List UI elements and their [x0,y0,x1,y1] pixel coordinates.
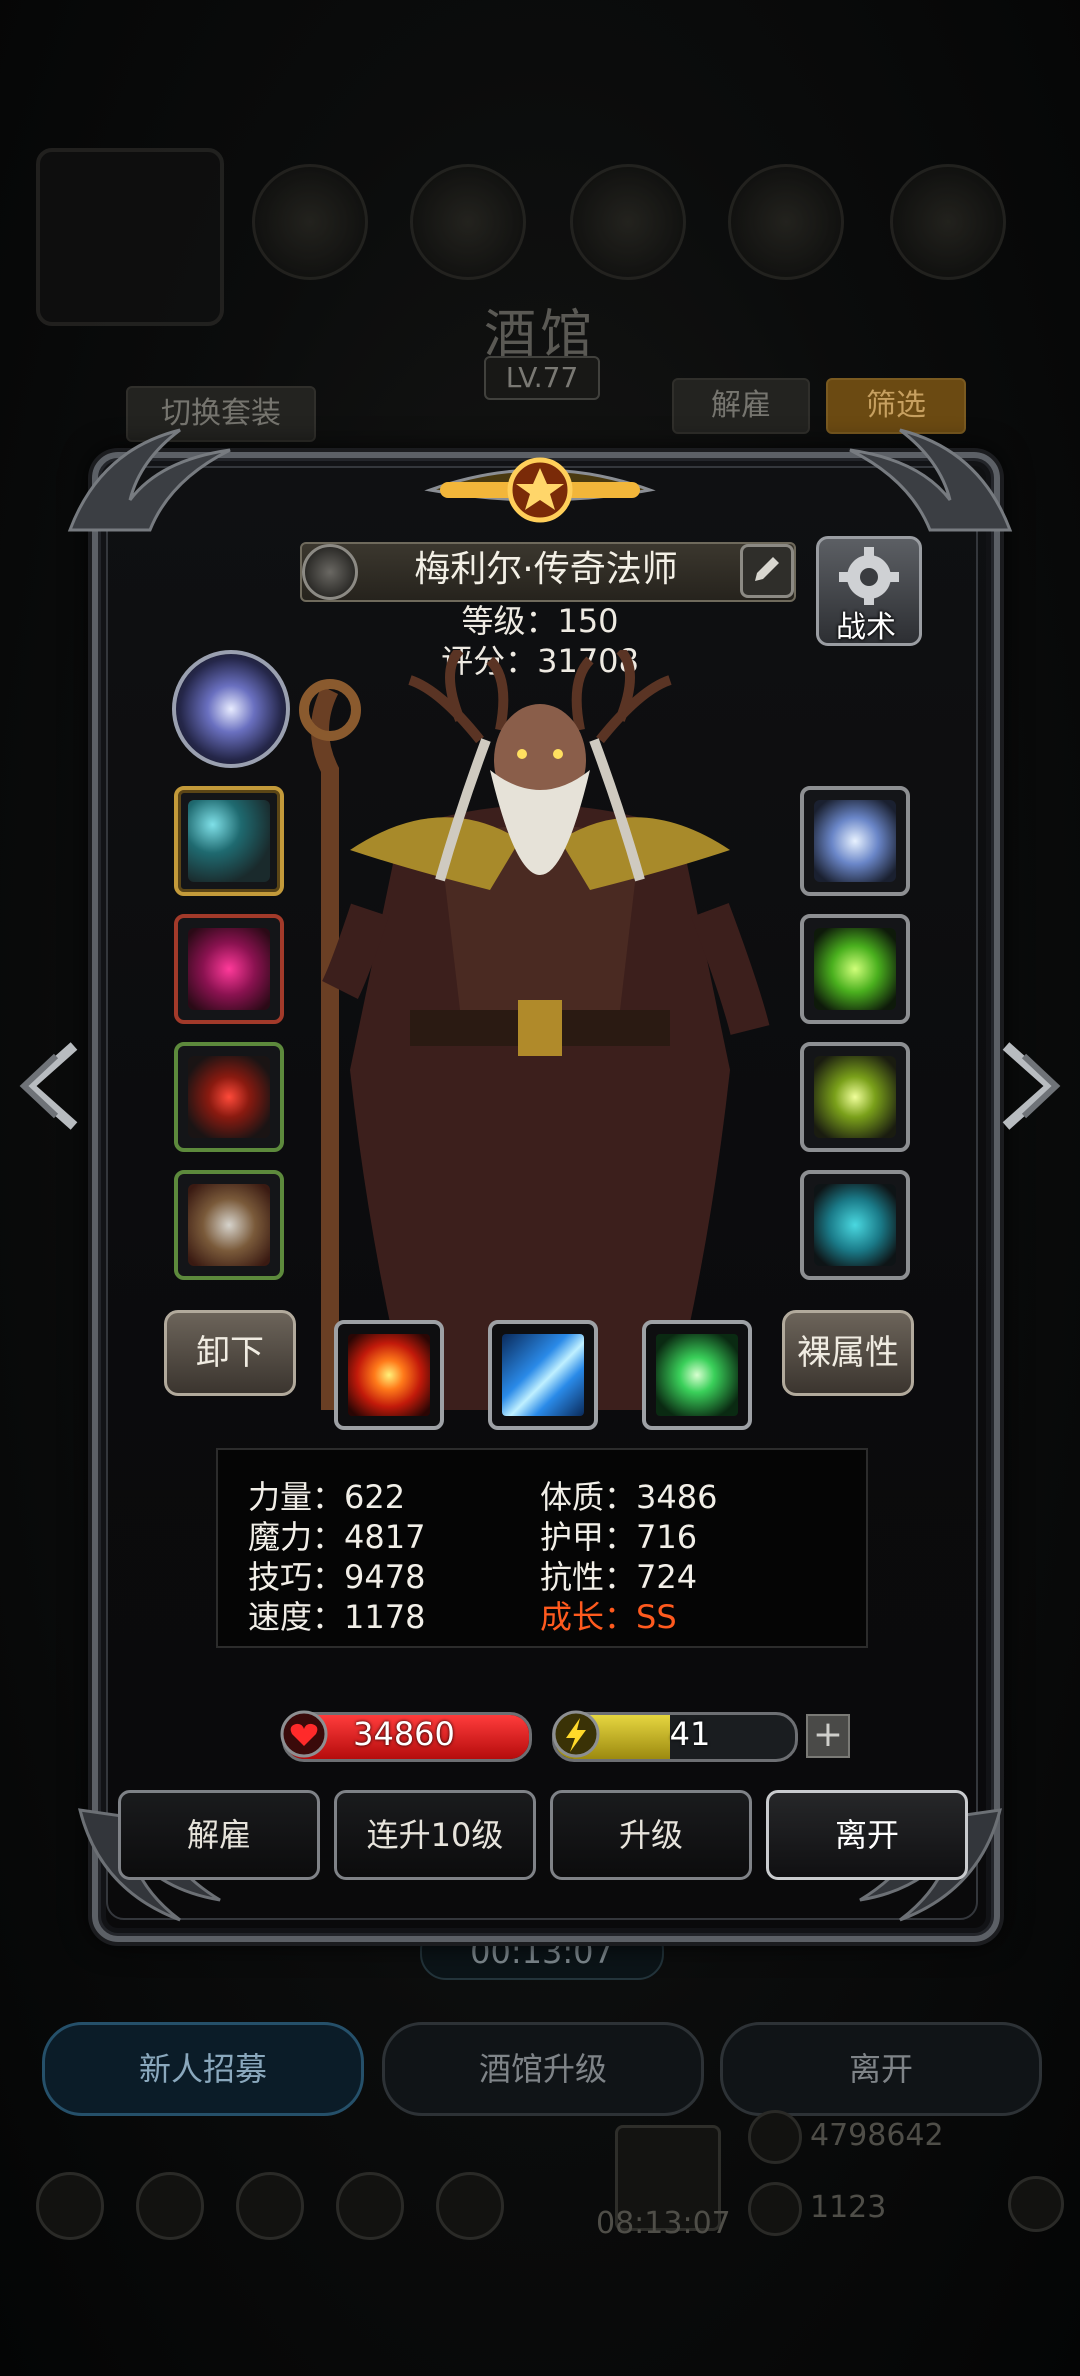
tavern-leave-button: 离开 [720,2022,1042,2116]
equip-slot-head[interactable] [800,786,910,896]
naked-attributes-button[interactable]: 裸属性 [782,1310,914,1396]
equip-slot-weapon[interactable] [174,786,284,896]
robe-icon [188,928,270,1010]
edit-name-icon[interactable] [740,544,794,598]
stone-icon [814,1184,896,1266]
recruit-button: 新人招募 [42,2022,364,2116]
hero-name: 梅利尔·传奇法师 [414,549,678,590]
background-slot-icon [890,164,1006,280]
unequip-button[interactable]: 卸下 [164,1310,296,1396]
stat-speed: 速度：1178 [248,1598,426,1636]
add-icon [1008,2176,1064,2232]
menu-icon [336,2172,404,2240]
crystal-icon [656,1334,738,1416]
add-energy-button[interactable]: + [806,1714,850,1758]
gem-icon [748,2182,802,2236]
dismiss-tab: 解雇 [672,378,810,434]
shield-icon [188,1184,270,1266]
staff-icon [188,800,270,882]
background-slot-icon [410,164,526,280]
gold-count: 4798642 [810,2118,944,2153]
leave-button[interactable]: 离开 [766,1790,968,1880]
background-slot-icon [252,164,368,280]
gold-coin-icon [748,2110,802,2164]
equip-slot-offhand[interactable] [174,1170,284,1280]
panel-corner-decoration [849,428,1013,532]
menu-icon [36,2172,104,2240]
skill-slot-2[interactable] [488,1320,598,1430]
equip-slot-amulet[interactable] [174,1042,284,1152]
background-slot-icon [728,164,844,280]
amulet-icon [188,1056,270,1138]
equip-slot-stone[interactable] [800,1170,910,1280]
tavern-level: LV.77 [484,356,600,400]
class-gear-icon[interactable] [302,544,358,600]
stat-growth: 成长：SS [540,1598,677,1636]
skill-slot-1[interactable] [334,1320,444,1430]
previous-hero-arrow-icon[interactable] [14,1036,84,1136]
lightning-icon [552,1710,600,1758]
hp-value: 34860 [353,1715,455,1753]
dismiss-button[interactable]: 解雇 [118,1790,320,1880]
golden-crest-emblem [424,457,656,523]
background-avatar-frame [36,148,224,326]
equip-slot-armor[interactable] [174,914,284,1024]
menu-icon [436,2172,504,2240]
level-up-button[interactable]: 升级 [550,1790,752,1880]
crown-icon [814,800,896,882]
lantern-icon [814,1056,896,1138]
panel-corner-decoration [67,428,231,532]
menu-icon [236,2172,304,2240]
hero-portrait [299,650,770,1410]
energy-value: 41 [669,1715,711,1753]
talisman-icon[interactable] [172,650,290,768]
fire-burst-icon [348,1334,430,1416]
ice-shards-icon [502,1334,584,1416]
equip-slot-lantern[interactable] [800,1042,910,1152]
next-hero-arrow-icon[interactable] [996,1036,1066,1136]
level-up-10-button[interactable]: 连升10级 [334,1790,536,1880]
gear-icon [839,547,899,605]
clock-text: 08:13:07 [596,2206,731,2241]
gem-icon [814,928,896,1010]
tactics-label: 战术 [836,610,896,645]
tavern-upgrade-button: 酒馆升级 [382,2022,704,2116]
skill-slot-3[interactable] [642,1320,752,1430]
background-slot-icon [570,164,686,280]
menu-icon [136,2172,204,2240]
equip-slot-gem[interactable] [800,914,910,1024]
gem-count: 1123 [810,2190,887,2225]
